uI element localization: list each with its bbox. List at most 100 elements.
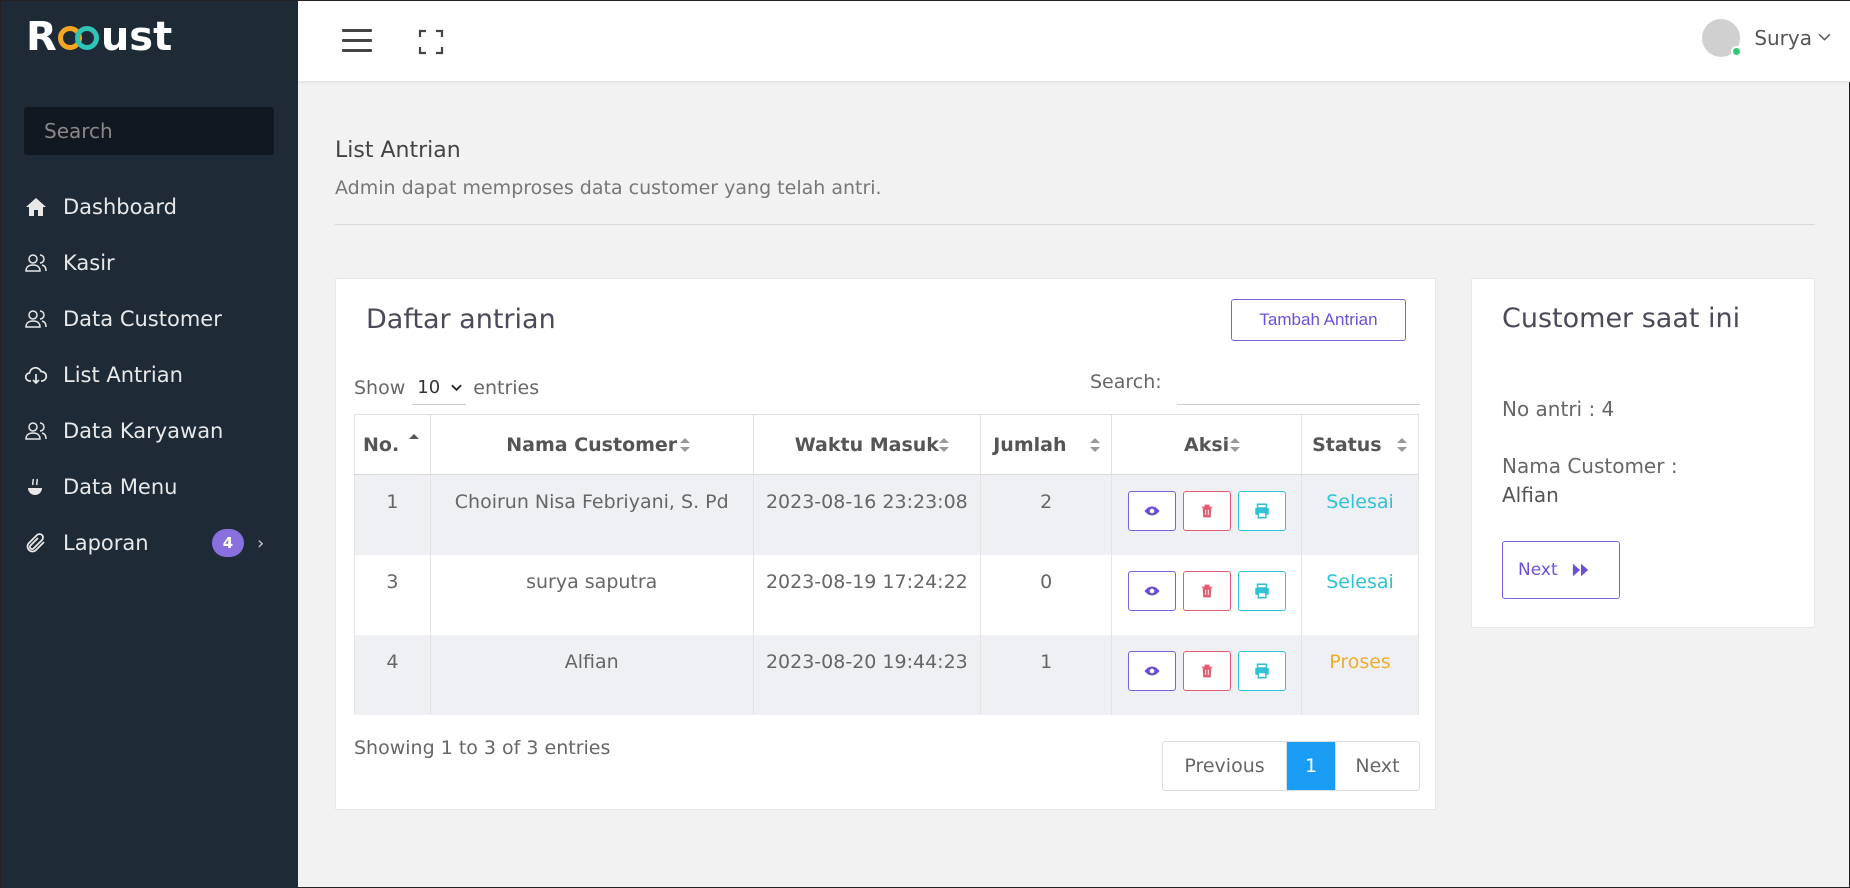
online-status-dot [1731, 46, 1743, 57]
eye-icon [1144, 666, 1160, 675]
delete-button[interactable] [1182, 570, 1231, 611]
print-button[interactable] [1237, 650, 1286, 691]
cell-aksi [1111, 474, 1303, 555]
sidebar-item-label: Kasir [63, 251, 115, 275]
page-subtitle: Admin dapat memproses data customer yang… [335, 177, 882, 199]
pagination-previous[interactable]: Previous [1163, 742, 1287, 790]
cell-aksi [1111, 634, 1303, 715]
table-search-input[interactable] [1177, 369, 1420, 405]
home-icon [23, 194, 49, 220]
next-button-label: Next [1518, 560, 1558, 580]
chevron-down-icon [451, 384, 463, 391]
pagination: Previous 1 Next [1162, 741, 1420, 791]
entries-select-value: 10 [417, 377, 441, 398]
users-icon [23, 306, 49, 332]
column-header-label: Waktu Masuk [794, 433, 939, 456]
sidebar-item-dashboard[interactable]: Dashboard [1, 179, 298, 235]
cell-jumlah: 0 [980, 554, 1113, 635]
pagination-next[interactable]: Next [1335, 742, 1419, 790]
print-button[interactable] [1237, 491, 1286, 531]
column-header-label: Status [1312, 433, 1382, 456]
column-header-nama-customer[interactable]: Nama Customer [429, 414, 754, 475]
sidebar-item-list-antrian[interactable]: List Antrian [1, 347, 298, 403]
sidebar-nav: Dashboard Kasir Data Customer List Antri… [1, 179, 298, 571]
customer-name-value: Alfian [1502, 483, 1559, 507]
queue-number: No antri : 4 [1502, 397, 1615, 421]
sidebar-item-label: Data Karyawan [63, 419, 224, 443]
avatar [1702, 19, 1743, 57]
cell-nama: Alfian [429, 634, 754, 715]
cell-status: Proses [1301, 634, 1419, 715]
column-header-status[interactable]: Status [1301, 414, 1419, 475]
column-header-label: Nama Customer [506, 433, 678, 456]
fullscreen-icon[interactable] [418, 29, 444, 55]
cloud-download-icon [23, 362, 49, 388]
sidebar-item-laporan[interactable]: Laporan 4 › [1, 515, 298, 571]
sidebar-item-label: Laporan [63, 531, 149, 555]
infinity-logo-icon [57, 26, 100, 52]
delete-button[interactable] [1182, 491, 1231, 531]
sidebar-item-data-menu[interactable]: Data Menu [1, 459, 298, 515]
page-title: List Antrian [335, 138, 461, 163]
eye-icon [1144, 506, 1160, 516]
trash-icon [1201, 664, 1212, 677]
user-name: Surya [1754, 26, 1812, 50]
add-queue-button[interactable]: Tambah Antrian [1231, 299, 1406, 341]
sidebar-item-data-customer[interactable]: Data Customer [1, 291, 298, 347]
cell-jumlah: 1 [980, 634, 1113, 715]
cell-nama: surya saputra [429, 554, 754, 635]
sort-asc-icon [408, 434, 419, 439]
view-button[interactable] [1127, 491, 1176, 531]
table-header-row: No. Nama Customer Waktu Masuk Jumlah Aks… [354, 414, 1419, 475]
sidebar-item-kasir[interactable]: Kasir [1, 235, 298, 291]
cell-aksi [1111, 554, 1303, 635]
sort-icon [1397, 438, 1407, 452]
brand-logo[interactable]: Rust [26, 15, 172, 59]
menu-toggle-icon[interactable] [342, 29, 372, 53]
cell-waktu: 2023-08-16 23:23:08 [752, 474, 982, 555]
laporan-count-badge: 4 [212, 529, 244, 557]
sort-icon [939, 438, 950, 452]
entries-select[interactable]: 10 [412, 371, 467, 405]
users-icon [23, 418, 49, 444]
sidebar-item-label: Data Menu [63, 475, 178, 499]
next-customer-button[interactable]: Next [1502, 541, 1620, 599]
sidebar-item-data-karyawan[interactable]: Data Karyawan [1, 403, 298, 459]
cell-no: 4 [354, 634, 431, 715]
sidebar-search-input[interactable]: Search [24, 107, 274, 155]
column-header-jumlah[interactable]: Jumlah [980, 414, 1113, 475]
view-button[interactable] [1127, 570, 1176, 611]
column-header-no[interactable]: No. [354, 414, 431, 475]
cell-waktu: 2023-08-19 17:24:22 [752, 554, 982, 635]
print-button[interactable] [1237, 570, 1286, 611]
sort-icon [1230, 438, 1241, 452]
pagination-page-1[interactable]: 1 [1287, 742, 1335, 790]
sort-icon [1090, 438, 1101, 452]
column-header-aksi[interactable]: Aksi [1111, 414, 1303, 475]
delete-button[interactable] [1182, 650, 1231, 691]
queue-card-title: Daftar antrian [366, 304, 556, 335]
column-header-label: Jumlah [993, 433, 1067, 456]
current-customer-title: Customer saat ini [1502, 303, 1741, 334]
queue-card: Daftar antrian Tambah Antrian Show 10 en… [335, 278, 1436, 810]
table-row: 1 Choirun Nisa Febriyani, S. Pd 2023-08-… [354, 474, 1419, 555]
printer-icon [1254, 583, 1269, 598]
chevron-down-icon [1818, 30, 1831, 46]
chevron-right-icon: › [257, 533, 265, 554]
fast-forward-icon [1572, 563, 1588, 577]
sidebar-item-label: Dashboard [63, 195, 177, 219]
view-button[interactable] [1127, 650, 1176, 691]
table-row: 4 Alfian 2023-08-20 19:44:23 1 Proses [354, 634, 1419, 715]
customer-name-label: Nama Customer : [1502, 454, 1678, 478]
column-header-waktu-masuk[interactable]: Waktu Masuk [752, 414, 982, 475]
cell-waktu: 2023-08-20 19:44:23 [752, 634, 982, 715]
cell-no: 3 [354, 554, 431, 635]
trash-icon [1201, 504, 1212, 518]
entries-label: entries [473, 377, 540, 399]
eye-icon [1144, 586, 1160, 595]
entries-length-control: Show 10 entries [354, 371, 539, 405]
sidebar: Rust Search Dashboard Kasir Data Custome… [1, 1, 298, 888]
user-menu[interactable]: Surya [1702, 19, 1831, 57]
topbar: Surya [298, 1, 1850, 82]
sort-icon [679, 438, 690, 452]
